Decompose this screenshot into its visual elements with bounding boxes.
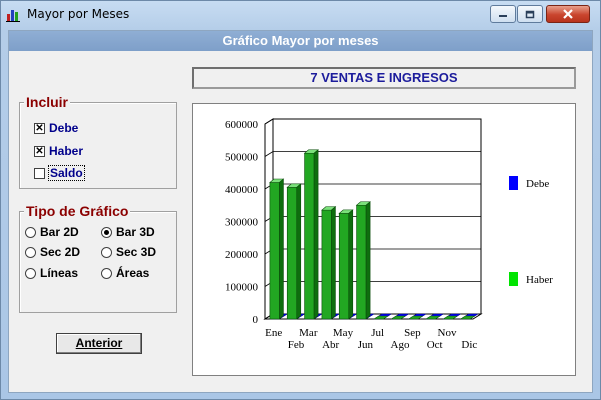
chart-panel: 0 100000 200000 300000 400000 500000 600000 Ene… <box>192 103 576 376</box>
radio-sec-2d-circle[interactable] <box>25 246 36 258</box>
bar-haber <box>356 204 367 320</box>
header-title: Gráfico Mayor por meses <box>9 31 592 51</box>
x-tick-label: Abr <box>322 339 339 351</box>
radio-bar-2d-label: Bar 2D <box>40 225 79 239</box>
checkbox-debe-box[interactable]: ✕ <box>34 122 45 134</box>
radio-lineas[interactable]: Líneas <box>25 266 78 280</box>
title-bar[interactable]: Mayor por Meses <box>1 1 600 29</box>
incluir-title: Incluir <box>24 94 71 110</box>
legend-label-haber: Haber <box>526 274 553 286</box>
window-title: Mayor por Meses <box>27 7 130 21</box>
radio-sec-2d-label: Sec 2D <box>40 245 81 259</box>
x-tick-label: Mar <box>299 327 318 339</box>
bar-haber <box>286 187 298 320</box>
radio-bar-3d-label: Bar 3D <box>116 225 155 239</box>
checkbox-haber-box[interactable]: ✕ <box>34 145 45 157</box>
close-button[interactable] <box>546 5 590 23</box>
bar-haber <box>269 182 280 320</box>
x-tick-label: Feb <box>288 339 305 351</box>
anterior-button-label: Anterior <box>75 336 123 350</box>
radio-lineas-label: Líneas <box>40 266 79 280</box>
bar-haber <box>304 152 315 320</box>
checkbox-debe-label: Debe <box>49 121 79 135</box>
checkbox-haber-label: Haber <box>49 144 84 158</box>
x-tick-label: May <box>333 327 354 339</box>
tipo-grafico-group: Tipo de Gráfico Bar 2D Bar 3D Sec 2D Sec… <box>19 203 177 313</box>
x-tick-label: Jul <box>371 327 384 339</box>
bar-haber-side <box>331 205 336 320</box>
bar-haber <box>338 213 350 320</box>
x-tick-label: Dic <box>461 339 477 351</box>
x-tick-label: Ene <box>265 327 282 339</box>
bar-haber-side <box>365 201 371 320</box>
client-area: Gráfico Mayor por meses 7 VENTAS E INGRE… <box>8 30 593 393</box>
radio-sec-3d[interactable]: Sec 3D <box>101 245 156 259</box>
x-tick-label: Sep <box>404 327 421 339</box>
maximize-button[interactable] <box>517 5 543 23</box>
radio-bar-2d[interactable]: Bar 2D <box>25 225 79 239</box>
legend-swatch-haber <box>509 272 518 286</box>
x-tick-label: Ago <box>391 339 410 351</box>
main-window: Mayor por Meses Gráfico Mayor por meses … <box>0 0 601 400</box>
radio-bar-2d-circle[interactable] <box>25 226 36 238</box>
minimize-button[interactable] <box>490 5 516 23</box>
radio-areas-label: Áreas <box>116 266 150 280</box>
bar-haber-side <box>296 183 302 320</box>
x-tick-label: Jun <box>358 339 374 351</box>
legend-label-debe: Debe <box>526 178 549 190</box>
y-tick-label: 100000 <box>225 282 259 294</box>
bar-chart: 0 100000 200000 300000 400000 500000 600000 Ene… <box>225 118 553 351</box>
y-tick-label: 300000 <box>225 217 259 229</box>
account-title-box: 7 VENTAS E INGRESOS <box>192 67 576 89</box>
bar-haber-side <box>348 209 354 320</box>
checkbox-haber[interactable]: ✕ Haber <box>34 144 83 158</box>
checkbox-saldo-box[interactable] <box>34 167 45 179</box>
y-tick-label: 500000 <box>225 152 259 164</box>
y-tick-label: 400000 <box>225 184 259 196</box>
y-tick-label: 600000 <box>225 119 259 131</box>
restore-icon <box>525 10 535 18</box>
incluir-group: Incluir ✕ Debe ✕ Haber Saldo <box>19 94 177 189</box>
legend-swatch-debe <box>509 176 518 190</box>
y-tick-label: 200000 <box>225 249 259 261</box>
radio-sec-3d-circle[interactable] <box>101 246 112 258</box>
minimize-icon <box>499 15 507 17</box>
x-tick-label: Nov <box>438 327 457 339</box>
bar-haber-side <box>279 178 284 320</box>
y-tick-label: 0 <box>253 314 259 326</box>
close-icon <box>563 9 573 19</box>
radio-sec-2d[interactable]: Sec 2D <box>25 245 80 259</box>
anterior-button[interactable]: Anterior <box>56 333 142 354</box>
radio-areas[interactable]: Áreas <box>101 266 149 280</box>
checkbox-saldo[interactable]: Saldo <box>34 165 85 181</box>
radio-sec-3d-label: Sec 3D <box>116 245 157 259</box>
bar-haber-side <box>313 149 319 320</box>
checkbox-debe[interactable]: ✕ Debe <box>34 121 78 135</box>
tipo-grafico-title: Tipo de Gráfico <box>24 203 131 219</box>
x-tick-label: Oct <box>427 339 443 351</box>
bar-haber <box>321 209 332 320</box>
radio-lineas-circle[interactable] <box>25 267 36 279</box>
radio-bar-3d[interactable]: Bar 3D <box>101 225 155 239</box>
radio-areas-circle[interactable] <box>101 267 112 279</box>
checkbox-saldo-label: Saldo <box>48 165 85 181</box>
radio-bar-3d-circle[interactable] <box>101 226 112 238</box>
app-icon <box>6 10 20 22</box>
